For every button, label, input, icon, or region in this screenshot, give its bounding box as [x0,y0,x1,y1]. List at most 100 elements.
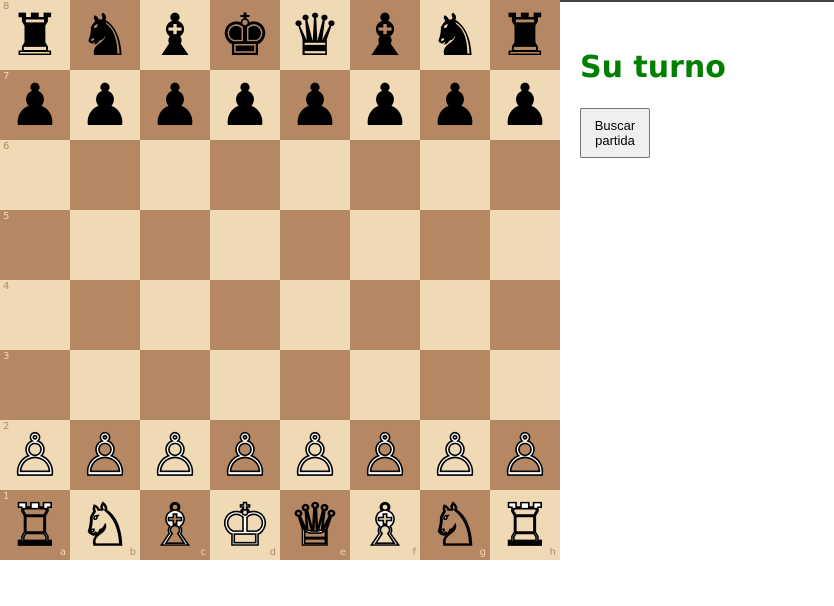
white-pawn-icon[interactable]: ♙ [0,420,70,490]
square-e5[interactable] [280,210,350,280]
square-c2[interactable]: ♙ [140,420,210,490]
white-pawn-icon[interactable]: ♙ [350,420,420,490]
black-pawn-icon[interactable]: ♟ [70,70,140,140]
square-b1[interactable]: b ♘ [70,490,140,560]
square-d1[interactable]: d ♔ [210,490,280,560]
square-f6[interactable] [350,140,420,210]
white-pawn-icon[interactable]: ♙ [280,420,350,490]
square-d7[interactable]: ♟ [210,70,280,140]
square-e4[interactable] [280,280,350,350]
square-f2[interactable]: ♙ [350,420,420,490]
square-g7[interactable]: ♟ [420,70,490,140]
square-h3[interactable] [490,350,560,420]
square-a5[interactable]: 5 [0,210,70,280]
square-a2[interactable]: 2 ♙ [0,420,70,490]
black-pawn-icon[interactable]: ♟ [280,70,350,140]
black-bishop-icon[interactable]: ♝ [350,0,420,70]
white-pawn-icon[interactable]: ♙ [420,420,490,490]
square-b6[interactable] [70,140,140,210]
square-f8[interactable]: ♝ [350,0,420,70]
square-c7[interactable]: ♟ [140,70,210,140]
square-d5[interactable] [210,210,280,280]
square-a8[interactable]: 8 ♜ [0,0,70,70]
black-pawn-icon[interactable]: ♟ [490,70,560,140]
white-rook-icon[interactable]: ♖ [490,490,560,560]
white-knight-icon[interactable]: ♘ [420,490,490,560]
white-knight-icon[interactable]: ♘ [70,490,140,560]
square-d8[interactable]: ♚ [210,0,280,70]
square-h1[interactable]: h ♖ [490,490,560,560]
square-c3[interactable] [140,350,210,420]
square-h2[interactable]: ♙ [490,420,560,490]
square-e8[interactable]: ♛ [280,0,350,70]
square-f5[interactable] [350,210,420,280]
black-knight-icon[interactable]: ♞ [70,0,140,70]
square-h4[interactable] [490,280,560,350]
square-d6[interactable] [210,140,280,210]
white-pawn-icon[interactable]: ♙ [70,420,140,490]
white-bishop-icon[interactable]: ♗ [140,490,210,560]
square-a7[interactable]: 7 ♟ [0,70,70,140]
white-bishop-icon[interactable]: ♗ [350,490,420,560]
square-h7[interactable]: ♟ [490,70,560,140]
white-pawn-icon[interactable]: ♙ [140,420,210,490]
black-bishop-icon[interactable]: ♝ [140,0,210,70]
white-queen-icon[interactable]: ♕ [280,490,350,560]
square-c6[interactable] [140,140,210,210]
white-pawn-icon[interactable]: ♙ [210,420,280,490]
square-d3[interactable] [210,350,280,420]
square-g8[interactable]: ♞ [420,0,490,70]
square-c5[interactable] [140,210,210,280]
white-pawn-icon[interactable]: ♙ [490,420,560,490]
square-b2[interactable]: ♙ [70,420,140,490]
square-h6[interactable] [490,140,560,210]
square-g3[interactable] [420,350,490,420]
square-b3[interactable] [70,350,140,420]
square-e1[interactable]: e ♕ [280,490,350,560]
square-f7[interactable]: ♟ [350,70,420,140]
black-pawn-icon[interactable]: ♟ [0,70,70,140]
black-pawn-icon[interactable]: ♟ [210,70,280,140]
square-g4[interactable] [420,280,490,350]
square-c4[interactable] [140,280,210,350]
black-king-icon[interactable]: ♚ [210,0,280,70]
rank-label: 5 [3,211,10,222]
square-b5[interactable] [70,210,140,280]
square-d2[interactable]: ♙ [210,420,280,490]
black-pawn-icon[interactable]: ♟ [350,70,420,140]
square-f1[interactable]: f ♗ [350,490,420,560]
square-g1[interactable]: g ♘ [420,490,490,560]
square-b7[interactable]: ♟ [70,70,140,140]
square-c1[interactable]: c ♗ [140,490,210,560]
square-f4[interactable] [350,280,420,350]
square-g2[interactable]: ♙ [420,420,490,490]
white-king-icon[interactable]: ♔ [210,490,280,560]
square-g5[interactable] [420,210,490,280]
black-pawn-icon[interactable]: ♟ [420,70,490,140]
square-b4[interactable] [70,280,140,350]
square-b8[interactable]: ♞ [70,0,140,70]
square-e6[interactable] [280,140,350,210]
square-h8[interactable]: ♜ [490,0,560,70]
square-c8[interactable]: ♝ [140,0,210,70]
black-pawn-icon[interactable]: ♟ [140,70,210,140]
find-game-button[interactable]: Buscar partida [580,108,650,158]
square-e7[interactable]: ♟ [280,70,350,140]
black-rook-icon[interactable]: ♜ [0,0,70,70]
chess-board[interactable]: 8 ♜ ♞ ♝ ♚ ♛ ♝ ♞ ♜ 7 ♟ ♟ ♟ ♟ ♟ ♟ ♟ ♟ 6 5 4 3 2 ♙ ♙ ♙ ♙ ♙ ♙ ♙ ♙ 1 a ♖ b ♘ c ♗ d ♔… [0,0,560,560]
square-a3[interactable]: 3 [0,350,70,420]
square-g6[interactable] [420,140,490,210]
square-a1[interactable]: 1 a ♖ [0,490,70,560]
black-knight-icon[interactable]: ♞ [420,0,490,70]
black-queen-icon[interactable]: ♛ [280,0,350,70]
black-rook-icon[interactable]: ♜ [490,0,560,70]
square-d4[interactable] [210,280,280,350]
square-e2[interactable]: ♙ [280,420,350,490]
square-a4[interactable]: 4 [0,280,70,350]
square-e3[interactable] [280,350,350,420]
square-h5[interactable] [490,210,560,280]
square-f3[interactable] [350,350,420,420]
white-rook-icon[interactable]: ♖ [0,490,70,560]
rank-label: 4 [3,281,10,292]
square-a6[interactable]: 6 [0,140,70,210]
